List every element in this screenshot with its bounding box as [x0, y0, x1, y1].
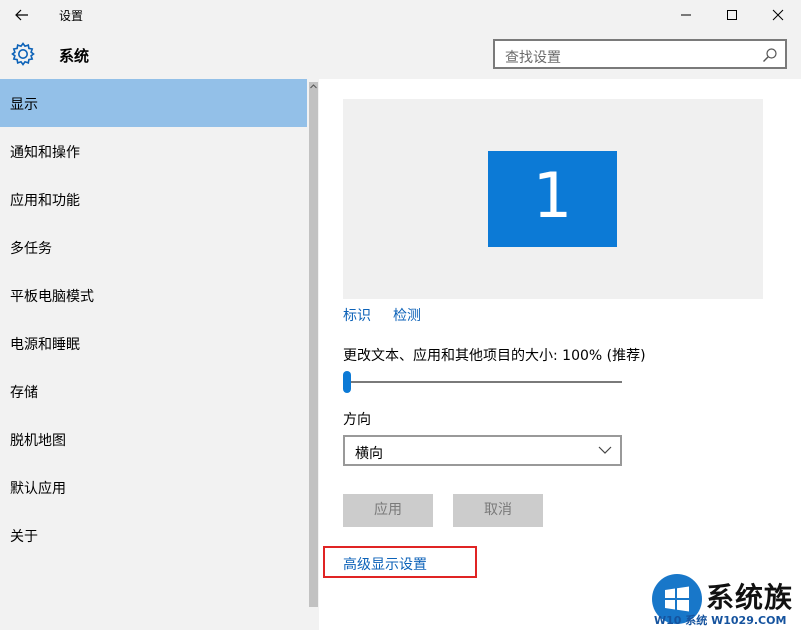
chevron-down-icon — [598, 446, 612, 454]
sidebar-item-tablet-mode[interactable]: 平板电脑模式 — [0, 271, 307, 319]
monitor-arrangement-area: 1 — [343, 99, 763, 299]
display-settings-panel: 1 标识 检测 更改文本、应用和其他项目的大小: 100% (推荐) 方向 横向… — [319, 79, 801, 630]
maximize-icon — [727, 10, 737, 20]
close-icon — [772, 9, 784, 21]
sidebar: 显示 通知和操作 应用和功能 多任务 平板电脑模式 电源和睡眠 存储 脱机地图 … — [0, 79, 307, 630]
monitor-number: 1 — [532, 159, 573, 232]
sidebar-item-apps[interactable]: 应用和功能 — [0, 175, 307, 223]
identify-link[interactable]: 标识 — [343, 305, 371, 325]
orientation-label: 方向 — [343, 412, 371, 428]
maximize-button[interactable] — [709, 0, 755, 30]
scale-slider[interactable] — [343, 381, 622, 383]
orientation-value: 横向 — [355, 446, 383, 462]
watermark-url: W10 系统 W1029.COM — [654, 614, 787, 627]
sidebar-item-label: 存储 — [10, 385, 38, 401]
sidebar-item-label: 通知和操作 — [10, 145, 80, 161]
gear-icon — [11, 42, 35, 66]
sidebar-item-storage[interactable]: 存储 — [0, 367, 307, 415]
close-button[interactable] — [755, 0, 801, 30]
monitor-tile[interactable]: 1 — [488, 151, 617, 247]
watermark: 系统族 W10 系统 W1029.COM — [648, 572, 801, 630]
sidebar-item-notifications[interactable]: 通知和操作 — [0, 127, 307, 175]
sidebar-item-about[interactable]: 关于 — [0, 511, 307, 559]
orientation-dropdown[interactable]: 横向 — [343, 435, 622, 466]
sidebar-item-label: 脱机地图 — [10, 433, 66, 449]
page-title: 系统 — [59, 47, 90, 65]
search-placeholder: 查找设置 — [505, 50, 561, 66]
minimize-button[interactable] — [663, 0, 709, 30]
sidebar-item-label: 默认应用 — [10, 481, 66, 497]
sidebar-item-label: 平板电脑模式 — [10, 289, 94, 305]
search-icon[interactable] — [761, 46, 779, 64]
back-button[interactable] — [8, 3, 36, 27]
title-bar: 设置 — [0, 0, 801, 32]
sidebar-item-label: 电源和睡眠 — [10, 337, 80, 353]
minimize-icon — [681, 14, 691, 16]
sidebar-item-multitasking[interactable]: 多任务 — [0, 223, 307, 271]
scrollbar-thumb[interactable] — [309, 82, 318, 607]
scale-label: 更改文本、应用和其他项目的大小: 100% (推荐) — [343, 348, 646, 364]
sidebar-item-display[interactable]: 显示 — [0, 79, 307, 127]
advanced-display-settings-link[interactable]: 高级显示设置 — [343, 554, 427, 574]
sidebar-item-label: 多任务 — [10, 241, 52, 257]
window-title: 设置 — [59, 9, 84, 23]
settings-header: 系统 查找设置 — [0, 32, 801, 79]
search-input[interactable]: 查找设置 — [493, 39, 787, 69]
sidebar-item-default-apps[interactable]: 默认应用 — [0, 463, 307, 511]
sidebar-item-offline-maps[interactable]: 脱机地图 — [0, 415, 307, 463]
watermark-brand: 系统族 — [706, 581, 794, 614]
sidebar-item-label: 关于 — [10, 529, 38, 545]
detect-link[interactable]: 检测 — [393, 305, 421, 325]
sidebar-item-label: 应用和功能 — [10, 193, 80, 209]
scroll-up-icon[interactable] — [309, 82, 318, 91]
scale-slider-thumb[interactable] — [343, 371, 351, 393]
back-arrow-icon — [15, 9, 28, 21]
sidebar-item-power-sleep[interactable]: 电源和睡眠 — [0, 319, 307, 367]
sidebar-item-label: 显示 — [10, 97, 38, 113]
cancel-button[interactable]: 取消 — [453, 494, 543, 527]
apply-button[interactable]: 应用 — [343, 494, 433, 527]
